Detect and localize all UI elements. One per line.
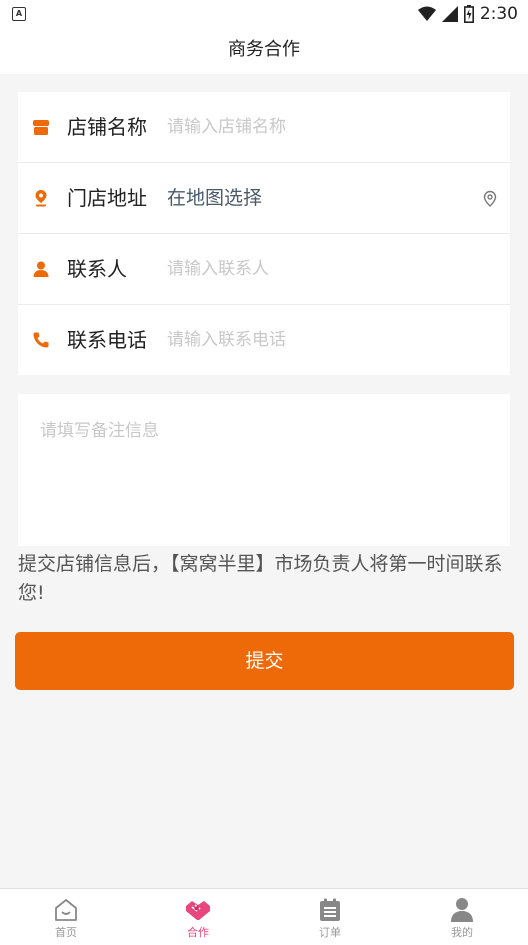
remark-placeholder: 请填写备注信息 xyxy=(40,421,159,441)
contact-person-row[interactable]: 联系人 请输入联系人 xyxy=(18,234,510,305)
tab-home-label: 首页 xyxy=(55,926,77,939)
contact-person-input[interactable]: 请输入联系人 xyxy=(167,234,269,304)
notice-text: 提交店铺信息后，【窝窝半里】市场负责人将第一时间联系您! xyxy=(18,553,503,604)
status-icons: 2:30 xyxy=(417,3,518,25)
store-name-label: 店铺名称 xyxy=(67,115,147,139)
contact-phone-input[interactable]: 请输入联系电话 xyxy=(167,305,286,375)
partner-form: 店铺名称 请输入店铺名称 门店地址 在地图选择 联系人 请输入联系人 联系电话 … xyxy=(18,92,510,375)
tab-mine-label: 我的 xyxy=(451,926,473,939)
phone-icon xyxy=(33,332,49,348)
contact-phone-label: 联系电话 xyxy=(67,328,147,352)
page-title: 商务合作 xyxy=(0,28,528,74)
contact-person-label: 联系人 xyxy=(67,257,127,281)
wifi-icon xyxy=(417,6,436,21)
person-icon xyxy=(33,261,49,277)
remark-textarea[interactable]: 请填写备注信息 xyxy=(18,394,510,546)
store-icon xyxy=(33,120,49,135)
home-icon xyxy=(55,899,77,921)
clipboard-icon xyxy=(320,898,340,921)
map-pin-icon[interactable] xyxy=(482,190,498,208)
location-icon xyxy=(35,190,47,207)
notification-icon: A xyxy=(12,7,26,21)
tab-mine[interactable]: 我的 xyxy=(396,889,528,945)
handshake-icon xyxy=(186,901,210,920)
contact-phone-row[interactable]: 联系电话 请输入联系电话 xyxy=(18,305,510,375)
map-select-link[interactable]: 在地图选择 xyxy=(167,163,262,233)
tab-home[interactable]: 首页 xyxy=(0,889,132,945)
store-address-row[interactable]: 门店地址 在地图选择 xyxy=(18,163,510,234)
bottom-tab-bar: 首页 合作 订单 我的 xyxy=(0,888,528,945)
store-name-row[interactable]: 店铺名称 请输入店铺名称 xyxy=(18,92,510,163)
store-address-label: 门店地址 xyxy=(67,186,147,210)
tab-orders[interactable]: 订单 xyxy=(264,889,396,945)
user-icon xyxy=(451,898,473,922)
tab-cooperation-label: 合作 xyxy=(187,926,209,939)
clock: 2:30 xyxy=(479,4,518,24)
status-bar: A 2:30 xyxy=(0,0,528,28)
tab-orders-label: 订单 xyxy=(319,926,341,939)
signal-icon xyxy=(441,6,458,22)
battery-icon xyxy=(463,5,474,23)
submit-button[interactable]: 提交 xyxy=(15,632,514,690)
store-name-input[interactable]: 请输入店铺名称 xyxy=(167,92,286,162)
tab-cooperation[interactable]: 合作 xyxy=(132,889,264,945)
